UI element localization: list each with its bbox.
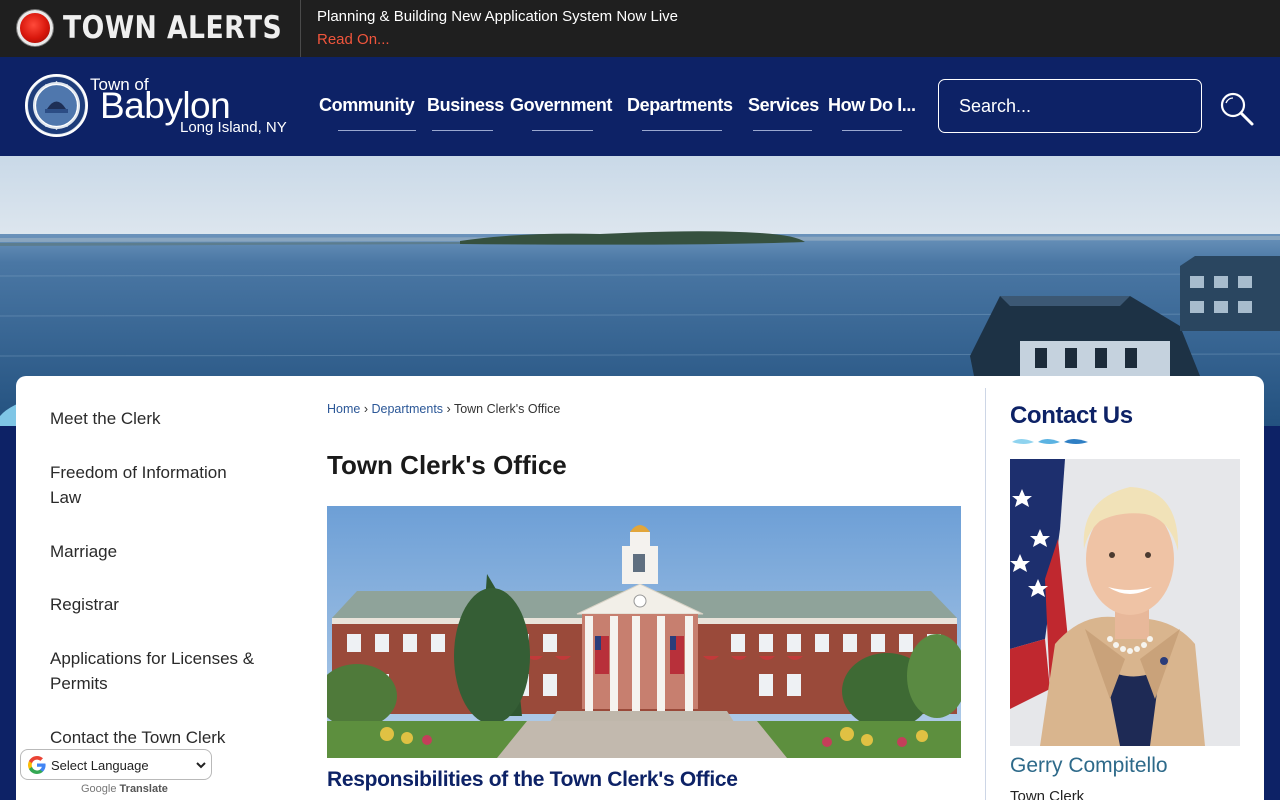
content-card: Meet the Clerk Freedom of Information La… <box>16 376 1264 800</box>
nav-community[interactable]: Community <box>319 95 415 116</box>
powered-by-google[interactable]: Google Translate <box>81 783 168 795</box>
contact-us-title: Contact Us <box>1010 402 1133 429</box>
nav-how-do-i[interactable]: How Do I... <box>828 95 916 116</box>
nav-business[interactable]: Business <box>427 95 504 116</box>
breadcrumb-current: Town Clerk's Office <box>453 402 561 416</box>
seal-ring-icon <box>28 77 85 134</box>
google-g-icon <box>28 756 46 774</box>
sidebar-item-marriage[interactable]: Marriage <box>50 539 117 564</box>
sidebar-item-label: Applications for Licenses & <box>50 649 255 668</box>
nav-services[interactable]: Services <box>748 95 819 116</box>
nav-how-do-i-underline <box>842 130 902 131</box>
language-select[interactable]: Select Language <box>47 753 209 777</box>
town-hall-photo <box>327 506 961 758</box>
alert-divider <box>300 0 301 57</box>
clerk-portrait <box>1010 459 1240 746</box>
search-field[interactable] <box>938 79 1202 133</box>
nav-community-underline <box>338 130 416 131</box>
google-wordmark: Google <box>81 783 117 795</box>
alert-title[interactable]: TOWN ALERTS <box>63 10 282 46</box>
translate-word: Translate <box>119 783 168 795</box>
section-heading: Responsibilities of the Town Clerk's Off… <box>327 768 738 791</box>
clerk-photo-icon <box>1010 459 1240 746</box>
contact-role: Town Clerk <box>1010 788 1085 800</box>
sidebar-item-contact-town-clerk[interactable]: Contact the Town Clerk <box>50 725 225 750</box>
town-hall-image-icon <box>327 506 961 758</box>
nav-services-underline <box>753 130 812 131</box>
site-header: Town of Babylon Long Island, NY Communit… <box>0 57 1280 156</box>
sidebar-item-label: Permits <box>50 674 108 693</box>
breadcrumb-departments[interactable]: Departments <box>371 402 443 416</box>
sidebar-item-registrar[interactable]: Registrar <box>50 592 119 617</box>
breadcrumb: Home › Departments › Town Clerk's Office <box>327 402 560 416</box>
sidebar-item-meet-the-clerk[interactable]: Meet the Clerk <box>50 406 161 431</box>
sidebar-item-label: Law <box>50 488 82 507</box>
breadcrumb-home[interactable]: Home <box>327 402 360 416</box>
alert-message: Planning & Building New Application Syst… <box>317 8 679 25</box>
alert-beacon-icon <box>17 10 53 46</box>
town-seal-icon[interactable] <box>25 74 88 137</box>
alert-read-on-link[interactable]: Read On... <box>317 31 390 48</box>
nav-business-underline <box>432 130 493 131</box>
page-title: Town Clerk's Office <box>327 450 567 480</box>
search-input[interactable] <box>939 80 1201 132</box>
sidebar-item-foil[interactable]: Freedom of Information Law <box>50 460 227 510</box>
nav-departments-underline <box>642 130 722 131</box>
logo-long-island[interactable]: Long Island, NY <box>180 119 287 136</box>
contact-name[interactable]: Gerry Compitello <box>1010 754 1168 778</box>
sidebar-item-label: Freedom of Information <box>50 463 227 482</box>
language-selector[interactable]: Select Language <box>20 749 212 780</box>
nav-departments[interactable]: Departments <box>627 95 733 116</box>
breadcrumb-separator: › <box>446 402 451 416</box>
nav-government-underline <box>532 130 593 131</box>
alert-bar: TOWN ALERTS Planning & Building New Appl… <box>0 0 1280 57</box>
nav-government[interactable]: Government <box>510 95 612 116</box>
search-icon[interactable] <box>1216 89 1256 129</box>
sidebar-item-licenses-permits[interactable]: Applications for Licenses & Permits <box>50 646 254 696</box>
wave-decoration-icon <box>1012 439 1088 444</box>
column-divider <box>985 388 986 800</box>
breadcrumb-separator: › <box>363 402 368 416</box>
